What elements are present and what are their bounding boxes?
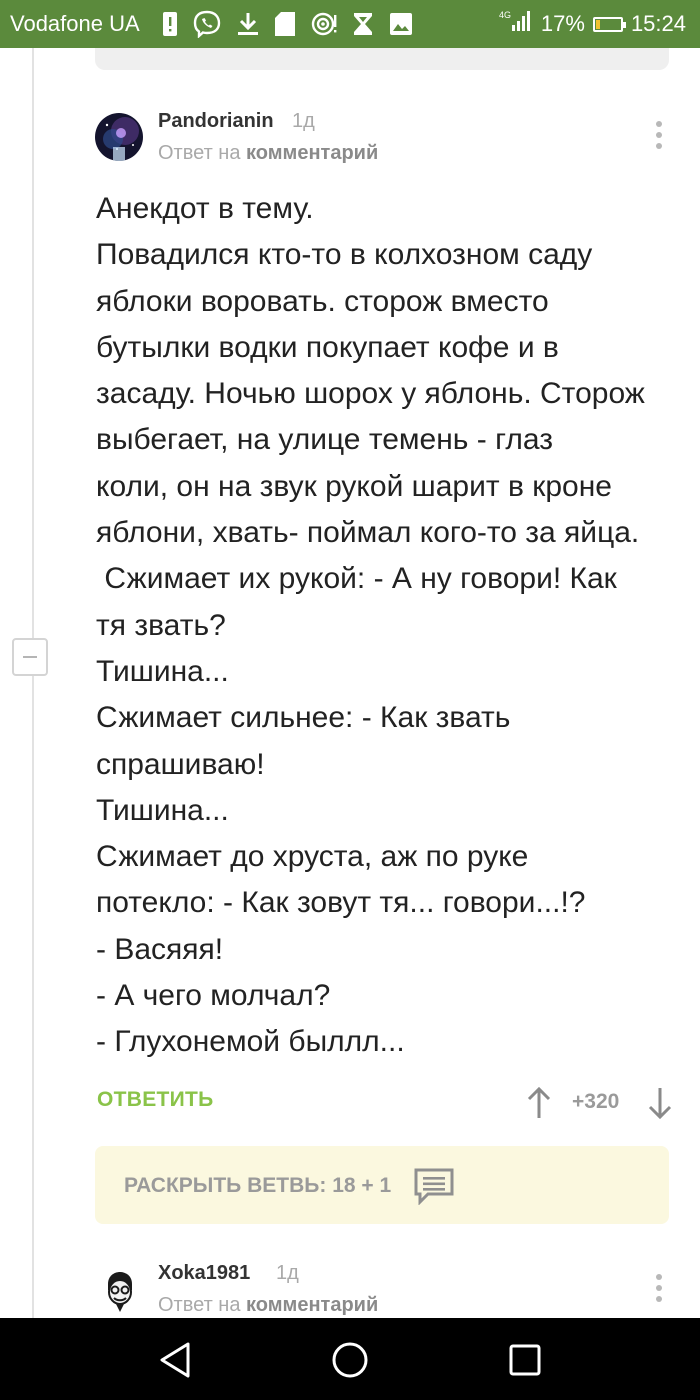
reply-prefix: Ответ на (158, 142, 241, 164)
comment-text-line: Тишина... (96, 793, 229, 827)
carrier-name: Vodafone UA (10, 11, 140, 36)
comment-text-line: потекло: - Как зовут тя... говори...!? (96, 886, 586, 920)
comment-text-line: яблоки воровать. сторож вместо (96, 284, 549, 318)
reply-button[interactable]: ОТВЕТИТЬ (97, 1088, 214, 1112)
recent-apps-icon[interactable] (503, 1338, 547, 1382)
expand-thread-button[interactable]: РАСКРЫТЬ ВЕТВЬ: 18 + 1 (95, 1146, 669, 1224)
sim-alert-icon (162, 11, 178, 37)
status-right: 4G 17% 15:24 (499, 9, 686, 39)
reply-to-line: Ответ на комментарий (158, 142, 378, 165)
reply-target-link[interactable]: комментарий (246, 142, 378, 164)
comment-text-line: засаду. Ночью шорох у яблонь. Сторож (96, 377, 645, 411)
comment-bubble-icon (413, 1167, 455, 1210)
comment-text-line: Сжимает их рукой: - А ну говори! Как (96, 562, 617, 596)
more-options-icon[interactable] (653, 121, 665, 155)
more-options-icon[interactable] (653, 1274, 665, 1308)
reply-target-link[interactable]: комментарий (246, 1294, 378, 1316)
comment-time: 1д (276, 1262, 299, 1284)
network-label: 4G (499, 10, 511, 20)
signal-icon: 4G (499, 8, 533, 40)
comment-text-line: - А чего молчал? (96, 979, 331, 1013)
back-icon[interactable] (153, 1338, 197, 1382)
comment-text-line: Повадился кто-то в колхозном саду (96, 238, 593, 272)
clock: 15:24 (630, 11, 686, 36)
comment-text-line: - Глухонемой быллл... (96, 1025, 405, 1059)
reply-to-line: Ответ на комментарий (158, 1294, 378, 1317)
comment-text-line: яблони, хвать- поймал кого-то за яйца. (96, 516, 640, 550)
comment-time: 1д (292, 110, 315, 132)
comment-text-line: Сжимает сильнее: - Как звать (96, 701, 511, 735)
avatar[interactable] (95, 113, 143, 161)
battery-level-fill (595, 19, 600, 29)
collapse-thread-button[interactable] (12, 638, 48, 676)
download-icon (236, 11, 260, 37)
comment-author[interactable]: Pandorianin (158, 110, 274, 133)
previous-comment-card (95, 48, 669, 70)
thread-line (32, 48, 34, 1318)
avatar[interactable] (100, 1270, 140, 1314)
comment-text-line: - Васяяя! (96, 932, 224, 966)
comment-author[interactable]: Xoka1981 (158, 1262, 250, 1285)
navigation-bar (0, 1318, 700, 1400)
vote-up-icon[interactable] (526, 1086, 552, 1125)
notification-icons (162, 9, 414, 39)
comment-body: Анекдот в тему. Повадился кто-то в колхоз… (96, 186, 686, 1066)
comment-text-line: спрашиваю! (96, 747, 265, 781)
comment-text-line: Тишина... (96, 654, 229, 688)
comment-text-line: выбегает, на улице темень - глаз (96, 423, 553, 457)
comment-rating: +320 (572, 1090, 620, 1113)
viber-icon (192, 10, 222, 38)
comment-text-line: Анекдот в тему. (96, 192, 314, 225)
battery-icon (592, 16, 626, 32)
comment-text-line: Сжимает до хруста, аж по руке (96, 840, 529, 874)
status-bar: Vodafone UA 4G 17% 15:24 (0, 0, 700, 48)
comment-text-line: тя звать? (96, 608, 226, 642)
hourglass-icon (352, 11, 374, 37)
expand-thread-label: РАСКРЫТЬ ВЕТВЬ: 18 + 1 (124, 1174, 392, 1197)
image-icon (388, 11, 414, 37)
battery-percent: 17% (540, 11, 585, 36)
reply-prefix: Ответ на (158, 1294, 241, 1316)
home-icon[interactable] (328, 1338, 372, 1382)
comment-text-line: бутылки водки покупает кофе и в (96, 330, 559, 364)
sd-card-icon (274, 11, 296, 37)
wifi-hotspot-icon (310, 11, 338, 37)
comment-text-line: коли, он на звук рукой шарит в кроне (96, 469, 612, 503)
vote-down-icon[interactable] (647, 1086, 673, 1125)
